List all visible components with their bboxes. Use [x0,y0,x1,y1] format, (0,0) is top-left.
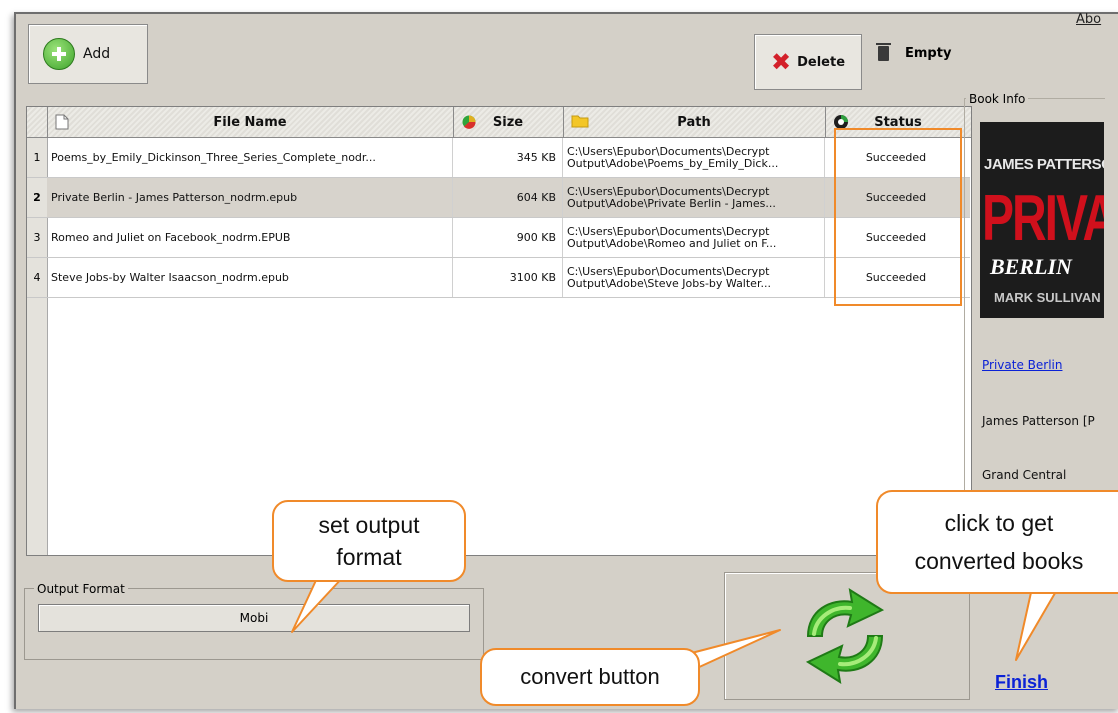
format-callout-tail [291,575,345,633]
set-output-format-callout: set output format [272,500,466,582]
callout-line: format [336,544,402,570]
callout-line: set output [318,512,420,538]
convert-button-callout: convert button [480,648,700,706]
finish-callout-tail [1015,587,1059,661]
callout-line: click to get [944,510,1054,536]
get-books-callout: click to get converted books [876,490,1118,594]
callout-arrows [291,575,1059,675]
callout-line: converted books [914,548,1084,574]
